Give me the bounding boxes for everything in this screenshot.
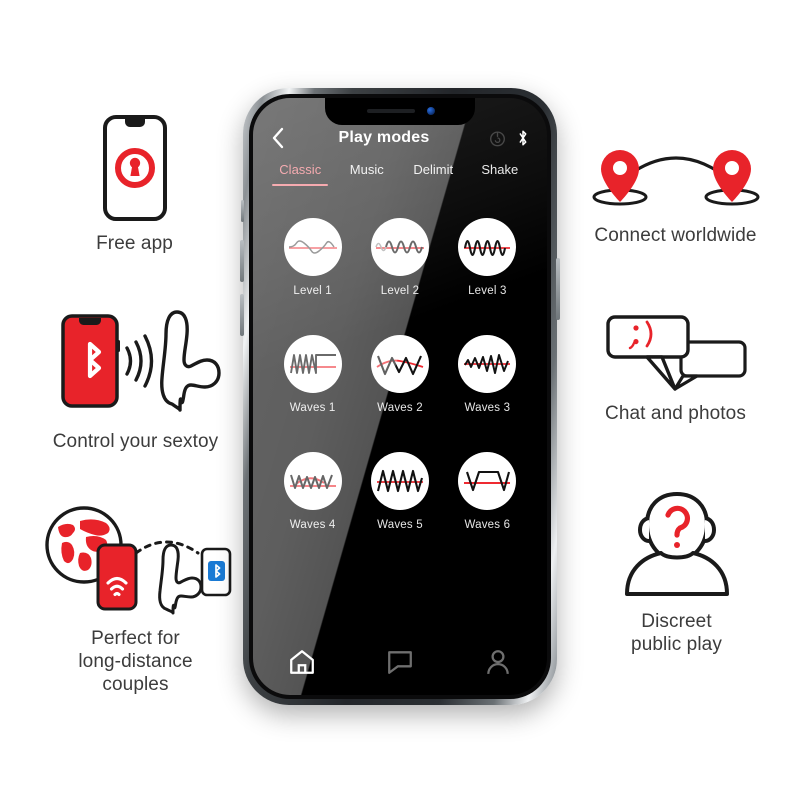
globe-phone-remote-icon (36, 497, 236, 617)
speech-bubbles-wink-icon (601, 312, 751, 392)
anonymous-person-question-icon (615, 488, 739, 600)
phone-mockup: Play modes Classic Music Delimit Shake L… (240, 88, 560, 705)
chat-icon (388, 651, 412, 674)
wave-disc-ramp-spike (458, 335, 517, 393)
wave-disc-zigzag-arc (283, 452, 342, 510)
profile-icon (487, 650, 509, 674)
nav-chat[interactable] (351, 649, 449, 675)
silent-switch[interactable] (241, 200, 244, 222)
volume-up-button[interactable] (240, 240, 244, 282)
feature-free-app: Free app (52, 114, 217, 255)
feature-connect-worldwide: Connect worldwide (578, 140, 773, 247)
feature-caption: Free app (96, 233, 173, 254)
feature-control-sextoy: Control your sextoy (28, 300, 243, 453)
mode-item[interactable]: Level 2 (356, 218, 443, 313)
nav-profile[interactable] (449, 649, 547, 675)
mode-item[interactable]: Level 1 (269, 218, 356, 313)
mode-label: Waves 2 (377, 402, 423, 414)
phone-screen: Play modes Classic Music Delimit Shake L… (253, 98, 547, 695)
home-icon (290, 650, 314, 674)
bluetooth-icon[interactable] (517, 129, 529, 147)
feature-caption: Discreet public play (631, 611, 722, 656)
wave-disc-triangle-big (370, 335, 429, 393)
front-camera-icon (427, 107, 435, 115)
mode-label: Level 2 (380, 285, 420, 297)
feature-caption: Control your sextoy (52, 431, 219, 452)
feature-discreet-play: Discreet public play (584, 488, 769, 656)
earpiece-speaker (367, 109, 415, 113)
mode-item[interactable]: Waves 5 (356, 452, 443, 547)
nav-home[interactable] (253, 649, 351, 675)
play-mode-grid: Level 1 Level 2 Level 3 Waves 1 Waves 2 … (253, 196, 547, 639)
wave-disc-sine-mid (370, 218, 429, 276)
mode-item[interactable]: Waves 4 (269, 452, 356, 547)
power-button[interactable] (556, 258, 560, 320)
volume-down-button[interactable] (240, 294, 244, 336)
phone-lock-icon (102, 114, 168, 222)
mode-label: Waves 6 (464, 519, 511, 531)
mode-label: Level 3 (468, 285, 507, 297)
wave-disc-triangle-dense (370, 452, 429, 510)
mode-item[interactable]: Waves 3 (444, 335, 531, 430)
phone-bluetooth-waves-icon (41, 300, 231, 420)
tab-shake[interactable]: Shake (467, 160, 534, 177)
wave-disc-sine-high (458, 218, 517, 276)
bottom-navigation (253, 639, 547, 695)
mode-tabs: Classic Music Delimit Shake (253, 160, 547, 196)
tab-music[interactable]: Music (334, 160, 401, 177)
map-pins-arc-icon (586, 140, 766, 214)
wave-disc-trapezoid (458, 452, 517, 510)
tab-delimit[interactable]: Delimit (400, 160, 467, 177)
promo-canvas: Free app Control your sextoy Perfect for… (0, 0, 800, 800)
feature-chat-photos: Chat and photos (578, 312, 773, 425)
mode-label: Waves 3 (464, 402, 511, 414)
mode-item[interactable]: Waves 6 (444, 452, 531, 547)
feature-caption: Perfect for long-distance couples (78, 628, 193, 696)
mode-label: Level 1 (293, 285, 332, 297)
app-ui: Play modes Classic Music Delimit Shake L… (253, 98, 547, 695)
mode-label: Waves 1 (289, 402, 336, 414)
wave-disc-zigzag-plateau (283, 335, 342, 393)
app-header-icons (477, 129, 529, 147)
feature-long-distance: Perfect for long-distance couples (28, 497, 243, 697)
mode-item[interactable]: Level 3 (444, 218, 531, 313)
mode-item[interactable]: Waves 1 (269, 335, 356, 430)
chevron-left-icon (272, 127, 284, 149)
mode-item[interactable]: Waves 2 (356, 335, 443, 430)
feature-caption: Chat and photos (605, 403, 746, 424)
mode-label: Waves 5 (377, 519, 423, 531)
feature-caption: Connect worldwide (594, 225, 757, 246)
page-title: Play modes (338, 129, 430, 146)
tab-classic[interactable]: Classic (267, 160, 334, 186)
phone-reflection (248, 706, 552, 800)
phone-notch (325, 98, 475, 125)
mode-label: Waves 4 (289, 519, 336, 531)
wave-disc-sine-low (283, 218, 342, 276)
power-dial-icon[interactable] (489, 130, 506, 147)
